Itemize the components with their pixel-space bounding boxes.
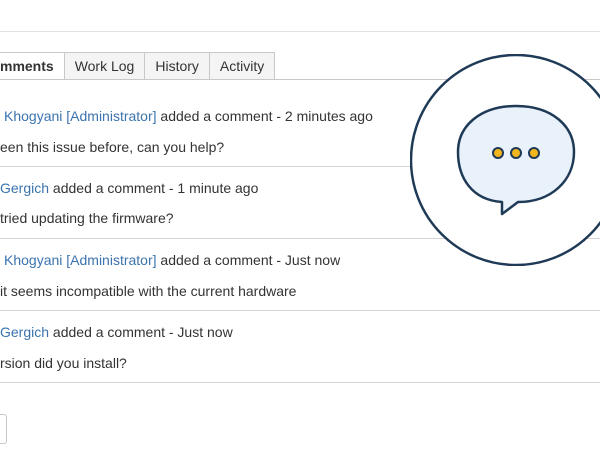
comment-author-link[interactable]: Gergich bbox=[0, 324, 49, 340]
comment-body: it seems incompatible with the current h… bbox=[0, 283, 297, 299]
tab-comments[interactable]: mments bbox=[0, 52, 65, 80]
comment-header: Gergich added a comment - Just now bbox=[0, 324, 233, 340]
comment-header: Gergich added a comment - 1 minute ago bbox=[0, 180, 258, 196]
top-divider bbox=[0, 31, 600, 32]
add-comment-button[interactable] bbox=[0, 414, 7, 444]
comment-author-link[interactable]: Khogyani [Administrator] bbox=[4, 108, 157, 124]
tab-history[interactable]: History bbox=[145, 52, 210, 80]
tab-work-log[interactable]: Work Log bbox=[64, 52, 146, 80]
comment-author-link[interactable]: Khogyani [Administrator] bbox=[4, 252, 157, 268]
comment-header: Khogyani [Administrator] added a comment… bbox=[4, 252, 340, 268]
comment-header: Khogyani [Administrator] added a comment… bbox=[4, 108, 373, 124]
comment-meta: added a comment - 1 minute ago bbox=[49, 180, 259, 196]
comment-body: rsion did you install? bbox=[0, 355, 127, 371]
issue-activity-tabs: mments Work Log History Activity bbox=[0, 52, 276, 80]
comment-body: een this issue before, can you help? bbox=[0, 139, 225, 155]
comment-body: tried updating the firmware? bbox=[0, 210, 174, 226]
tab-activity[interactable]: Activity bbox=[209, 52, 276, 80]
comment-meta: added a comment - 2 minutes ago bbox=[156, 108, 373, 124]
comment-divider bbox=[0, 382, 600, 383]
comment-divider bbox=[0, 310, 600, 311]
comment-author-link[interactable]: Gergich bbox=[0, 180, 49, 196]
chat-bubble-icon bbox=[409, 53, 600, 267]
comment-meta: added a comment - Just now bbox=[49, 324, 233, 340]
comment-meta: added a comment - Just now bbox=[156, 252, 341, 268]
